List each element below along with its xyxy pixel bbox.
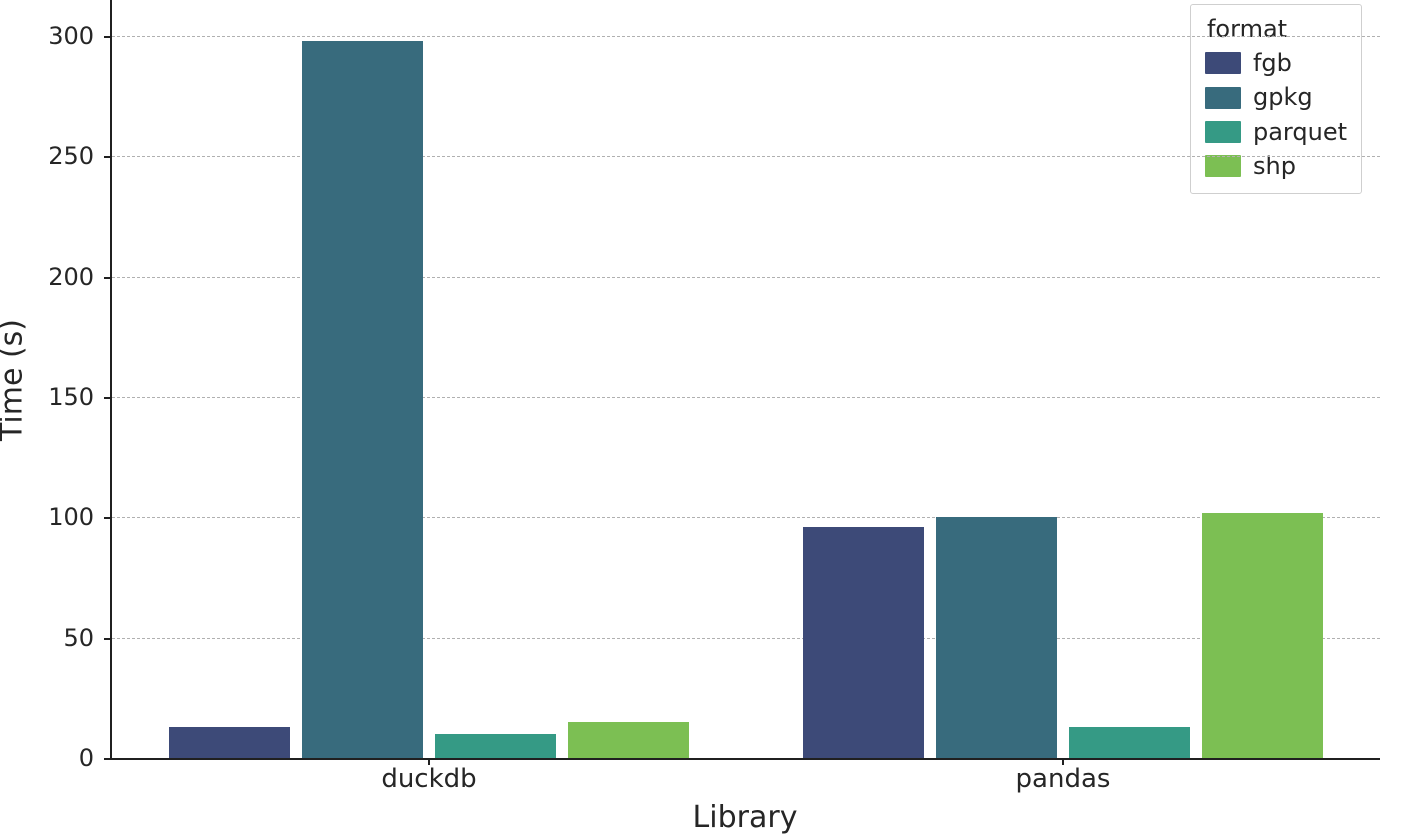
legend-swatch	[1205, 52, 1241, 74]
y-axis-label: Time (s)	[0, 319, 30, 441]
legend-row: gpkg	[1205, 81, 1347, 113]
bar	[435, 734, 555, 758]
y-tick-label: 100	[48, 503, 112, 531]
y-tick-label: 200	[48, 263, 112, 291]
legend: format fgbgpkgparquetshp	[1190, 4, 1362, 194]
x-axis-label: Library	[110, 800, 1380, 835]
legend-label: gpkg	[1253, 81, 1313, 113]
y-tick-label: 300	[48, 22, 112, 50]
legend-row: fgb	[1205, 47, 1347, 79]
y-tick-label: 50	[63, 624, 112, 652]
y-tick-label: 0	[79, 744, 112, 772]
bar	[1202, 513, 1322, 758]
legend-label: shp	[1253, 150, 1296, 182]
x-tick-label: pandas	[1016, 758, 1111, 794]
legend-label: parquet	[1253, 116, 1347, 148]
y-tick-label: 250	[48, 142, 112, 170]
legend-swatch	[1205, 121, 1241, 143]
bar	[803, 527, 923, 758]
bar	[936, 517, 1056, 758]
bar-chart: Time (s) Library format fgbgpkgparquetsh…	[0, 0, 1414, 838]
legend-label: fgb	[1253, 47, 1292, 79]
bar	[169, 727, 289, 758]
plot-area: format fgbgpkgparquetshp 050100150200250…	[110, 0, 1380, 760]
gridline	[112, 36, 1380, 37]
bar	[302, 41, 422, 758]
x-tick-label: duckdb	[381, 758, 476, 794]
bar	[568, 722, 688, 758]
legend-row: parquet	[1205, 116, 1347, 148]
legend-swatch	[1205, 155, 1241, 177]
legend-title: format	[1205, 15, 1347, 43]
legend-swatch	[1205, 87, 1241, 109]
y-tick-label: 150	[48, 383, 112, 411]
legend-row: shp	[1205, 150, 1347, 182]
bar	[1069, 727, 1189, 758]
